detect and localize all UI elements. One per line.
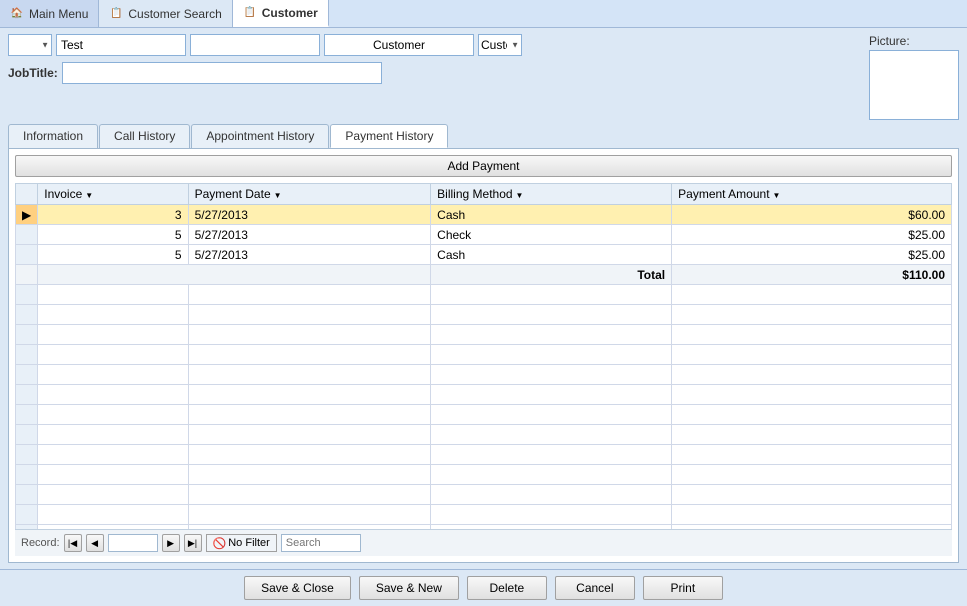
picture-section: Picture: xyxy=(869,34,959,120)
no-filter-button[interactable]: 🚫 No Filter xyxy=(206,534,277,552)
empty-row xyxy=(16,305,952,325)
nav-prev-button[interactable]: ◀ xyxy=(86,534,104,552)
nav-first-button[interactable]: |◀ xyxy=(64,534,82,552)
customer-type-select[interactable]: Customer xyxy=(478,34,522,56)
record-search-input[interactable] xyxy=(281,534,361,552)
title-bar: 🏠 Main Menu 📋 Customer Search 📋 Customer xyxy=(0,0,967,28)
sub-tabs-container: InformationCall HistoryAppointment Histo… xyxy=(8,124,959,148)
cell-date-2: 5/27/2013 xyxy=(188,245,431,265)
empty-row xyxy=(16,445,952,465)
tab-icon-main-menu: 🏠 xyxy=(10,7,24,21)
nav-last-button[interactable]: ▶| xyxy=(184,534,202,552)
tab-label-customer: Customer xyxy=(262,6,318,20)
cell-billing-2: Cash xyxy=(431,245,672,265)
cell-invoice-0: 3 xyxy=(38,205,188,225)
cell-amount-0: $60.00 xyxy=(672,205,952,225)
customer-type-input[interactable] xyxy=(324,34,474,56)
table-row[interactable]: 5 5/27/2013 Check $25.00 xyxy=(16,225,952,245)
cell-amount-2: $25.00 xyxy=(672,245,952,265)
title-tab-customer-search[interactable]: 📋 Customer Search xyxy=(99,0,232,27)
cell-billing-1: Check xyxy=(431,225,672,245)
cell-date-0: 5/27/2013 xyxy=(188,205,431,225)
empty-row xyxy=(16,385,952,405)
main-content: Mr. Mrs. Ms. Customer JobTitle: xyxy=(0,28,967,569)
first-name-input[interactable] xyxy=(56,34,186,56)
save-close-button[interactable]: Save & Close xyxy=(244,576,351,600)
th-payment-date[interactable]: Payment Date▼ xyxy=(188,184,431,205)
empty-row xyxy=(16,425,952,445)
nav-next-button[interactable]: ▶ xyxy=(162,534,180,552)
action-bar: Save & Close Save & New Delete Cancel Pr… xyxy=(0,569,967,606)
print-button[interactable]: Print xyxy=(643,576,723,600)
add-payment-button[interactable]: Add Payment xyxy=(15,155,952,177)
table-row[interactable]: ▶ 3 5/27/2013 Cash $60.00 xyxy=(16,205,952,225)
cell-billing-0: Cash xyxy=(431,205,672,225)
title-select[interactable]: Mr. Mrs. Ms. xyxy=(8,34,52,56)
record-nav-bar: Record: |◀ ◀ ▶ ▶| 🚫 No Filter xyxy=(15,529,952,556)
title-tab-main-menu[interactable]: 🏠 Main Menu xyxy=(0,0,99,27)
payment-table-scroll[interactable]: Invoice▼Payment Date▼Billing Method▼Paym… xyxy=(15,183,952,529)
sort-arrow-payment-date: ▼ xyxy=(274,191,282,200)
empty-row xyxy=(16,325,952,345)
job-title-row: JobTitle: xyxy=(8,62,861,84)
delete-button[interactable]: Delete xyxy=(467,576,547,600)
th-label-payment-amount: Payment Amount xyxy=(678,187,769,201)
save-new-button[interactable]: Save & New xyxy=(359,576,459,600)
picture-box xyxy=(869,50,959,120)
row-selector-2 xyxy=(16,245,38,265)
th-payment-amount[interactable]: Payment Amount ▼ xyxy=(672,184,952,205)
title-tab-customer[interactable]: 📋 Customer xyxy=(233,0,329,27)
sub-tab-payment-history[interactable]: Payment History xyxy=(330,124,448,148)
no-filter-label: No Filter xyxy=(228,537,270,549)
tab-label-customer-search: Customer Search xyxy=(128,7,221,21)
empty-row xyxy=(16,405,952,425)
cell-invoice-2: 5 xyxy=(38,245,188,265)
job-title-label: JobTitle: xyxy=(8,66,58,80)
table-row[interactable]: 5 5/27/2013 Cash $25.00 xyxy=(16,245,952,265)
empty-row xyxy=(16,345,952,365)
th-label-billing-method: Billing Method xyxy=(437,187,512,201)
th-label-payment-date: Payment Date xyxy=(195,187,271,201)
th-row-select xyxy=(16,184,38,205)
th-label-invoice: Invoice xyxy=(44,187,82,201)
record-number-input[interactable] xyxy=(108,534,158,552)
row-selector-1 xyxy=(16,225,38,245)
picture-label: Picture: xyxy=(869,34,910,48)
empty-row xyxy=(16,285,952,305)
cell-amount-1: $25.00 xyxy=(672,225,952,245)
th-billing-method[interactable]: Billing Method ▼ xyxy=(431,184,672,205)
cell-invoice-1: 5 xyxy=(38,225,188,245)
tab-icon-customer-search: 📋 xyxy=(109,7,123,21)
total-label-cell xyxy=(38,265,431,285)
sub-tab-appointment-history[interactable]: Appointment History xyxy=(191,124,329,148)
table-body: ▶ 3 5/27/2013 Cash $60.00 5 5/27/2013 Ch… xyxy=(16,205,952,530)
total-row: Total $110.00 xyxy=(16,265,952,285)
empty-row xyxy=(16,485,952,505)
cancel-button[interactable]: Cancel xyxy=(555,576,635,600)
sort-arrow-invoice: ▼ xyxy=(85,191,93,200)
customer-header-row: Mr. Mrs. Ms. Customer xyxy=(8,34,861,56)
total-row-selector xyxy=(16,265,38,285)
table-header: Invoice▼Payment Date▼Billing Method▼Paym… xyxy=(16,184,952,205)
last-name-input[interactable] xyxy=(190,34,320,56)
tab-label-main-menu: Main Menu xyxy=(29,7,88,21)
total-text-cell: Total xyxy=(431,265,672,285)
total-amount-cell: $110.00 xyxy=(672,265,952,285)
empty-row xyxy=(16,465,952,485)
sub-tab-information[interactable]: Information xyxy=(8,124,98,148)
sort-arrow-payment-amount: ▼ xyxy=(773,191,781,200)
payment-history-tab-content: Add Payment Invoice▼Payment Date▼Billing… xyxy=(8,148,959,563)
empty-row xyxy=(16,505,952,525)
job-title-input[interactable] xyxy=(62,62,382,84)
sub-tab-call-history[interactable]: Call History xyxy=(99,124,190,148)
empty-row xyxy=(16,365,952,385)
row-selector-0: ▶ xyxy=(16,205,38,225)
no-filter-icon: 🚫 xyxy=(213,537,227,550)
record-label: Record: xyxy=(21,537,60,549)
sort-arrow-billing-method: ▼ xyxy=(516,191,524,200)
th-invoice[interactable]: Invoice▼ xyxy=(38,184,188,205)
tab-icon-customer: 📋 xyxy=(243,6,257,20)
cell-date-1: 5/27/2013 xyxy=(188,225,431,245)
payment-table: Invoice▼Payment Date▼Billing Method▼Paym… xyxy=(15,183,952,529)
